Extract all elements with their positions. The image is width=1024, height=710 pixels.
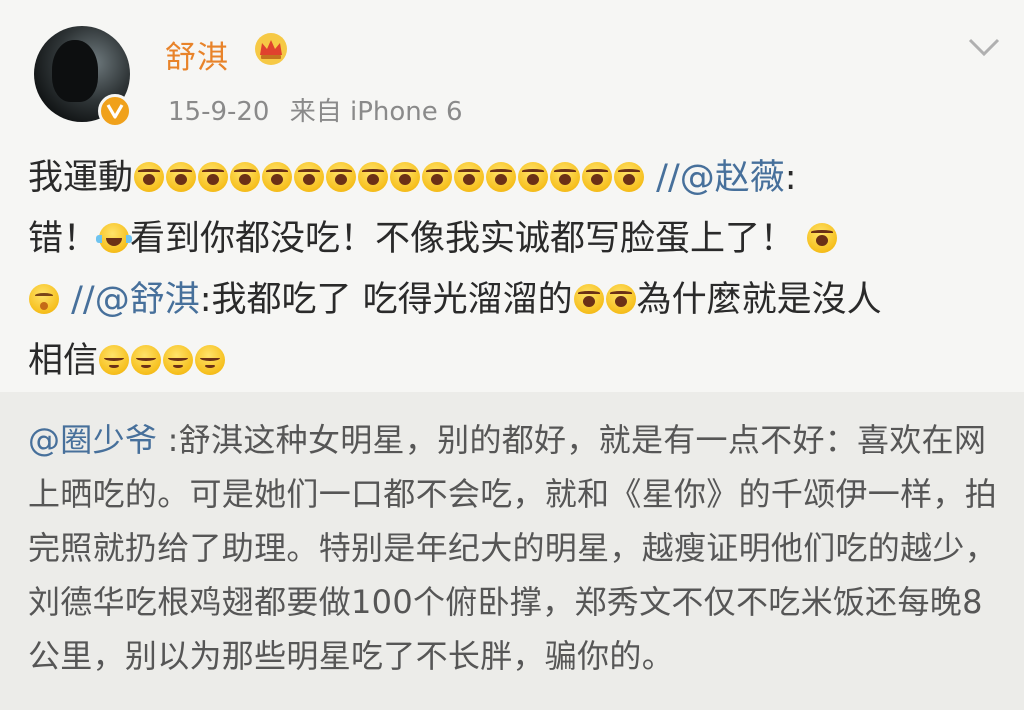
- quoted-post[interactable]: @圈少爷 :舒淇这种女明星，别的都好，就是有一点不好：喜欢在网上晒吃的。可是她们…: [0, 392, 1024, 710]
- cry-emoji-icon: [198, 162, 229, 192]
- smug-emoji-icon: [163, 345, 194, 375]
- cry-emoji-icon: [422, 162, 453, 192]
- smug-emoji-icon: [195, 345, 226, 375]
- body-text: :我都吃了 吃得光溜溜的: [199, 280, 573, 320]
- smug-emoji-icon: [99, 345, 130, 375]
- cry-emoji-icon: [614, 162, 645, 192]
- body-line-1: 我運動 //@赵薇:: [28, 148, 998, 209]
- cry-emoji-icon: [166, 162, 197, 192]
- crown-icon: [255, 33, 287, 65]
- post-body: 我運動 //@赵薇: 错！ 看到你都没吃！不像我实诚都写脸蛋上了！ //@舒淇:我…: [28, 148, 998, 392]
- quoted-post-text: @圈少爷 :舒淇这种女明星，别的都好，就是有一点不好：喜欢在网上晒吃的。可是她们…: [28, 413, 1008, 683]
- cry-emoji-icon: [358, 162, 389, 192]
- quote-mention-link[interactable]: @圈少爷: [28, 421, 157, 459]
- cry-emoji-icon: [550, 162, 581, 192]
- chevron-down-icon[interactable]: [967, 36, 1001, 58]
- cry-emoji-icon: [518, 162, 549, 192]
- cry-emoji-icon: [390, 162, 421, 192]
- post-source: 来自 iPhone 6: [289, 97, 463, 127]
- cry-emoji-icon: [582, 162, 613, 192]
- post-meta: 15-9-20 来自 iPhone 6: [168, 91, 475, 128]
- hum-emoji-icon: [29, 284, 59, 314]
- body-text: 為什麼就是沒人: [636, 280, 882, 320]
- cry-emoji-icon: [134, 162, 165, 192]
- body-text: 看到你都没吃！不像我实诚都写脸蛋上了！: [130, 219, 796, 259]
- body-text: 相信: [28, 341, 99, 381]
- quote-body: :舒淇这种女明星，别的都好，就是有一点不好：喜欢在网上晒吃的。可是她们一口都不会…: [28, 421, 998, 675]
- cry-emoji-icon: [230, 162, 261, 192]
- body-line-3: //@舒淇:我都吃了 吃得光溜溜的 為什麼就是沒人: [28, 270, 998, 331]
- body-line-4: 相信: [28, 331, 998, 392]
- cry-emoji-icon: [294, 162, 325, 192]
- smug-emoji-icon: [131, 345, 162, 375]
- post-date: 15-9-20: [168, 97, 270, 127]
- body-line-2: 错！ 看到你都没吃！不像我实诚都写脸蛋上了！: [28, 209, 998, 270]
- body-text: 我運動: [28, 158, 134, 198]
- cry-emoji-icon: [573, 284, 604, 314]
- body-text: :: [784, 158, 797, 198]
- post-header: 舒淇 15-9-20 来自 iPhone 6: [0, 0, 1024, 150]
- body-text: 错！: [28, 219, 99, 259]
- cry-emoji-icon: [454, 162, 485, 192]
- cry-emoji-icon: [807, 223, 838, 253]
- cry-emoji-icon: [486, 162, 517, 192]
- mention-link[interactable]: //@舒淇: [71, 280, 200, 320]
- cry-emoji-icon: [262, 162, 293, 192]
- cry-emoji-icon: [605, 284, 636, 314]
- laugh-cry-emoji-icon: [96, 223, 133, 253]
- username[interactable]: 舒淇: [165, 32, 229, 77]
- cry-emoji-icon: [326, 162, 357, 192]
- verified-v-icon: [98, 94, 132, 128]
- mention-link[interactable]: //@赵薇: [656, 158, 785, 198]
